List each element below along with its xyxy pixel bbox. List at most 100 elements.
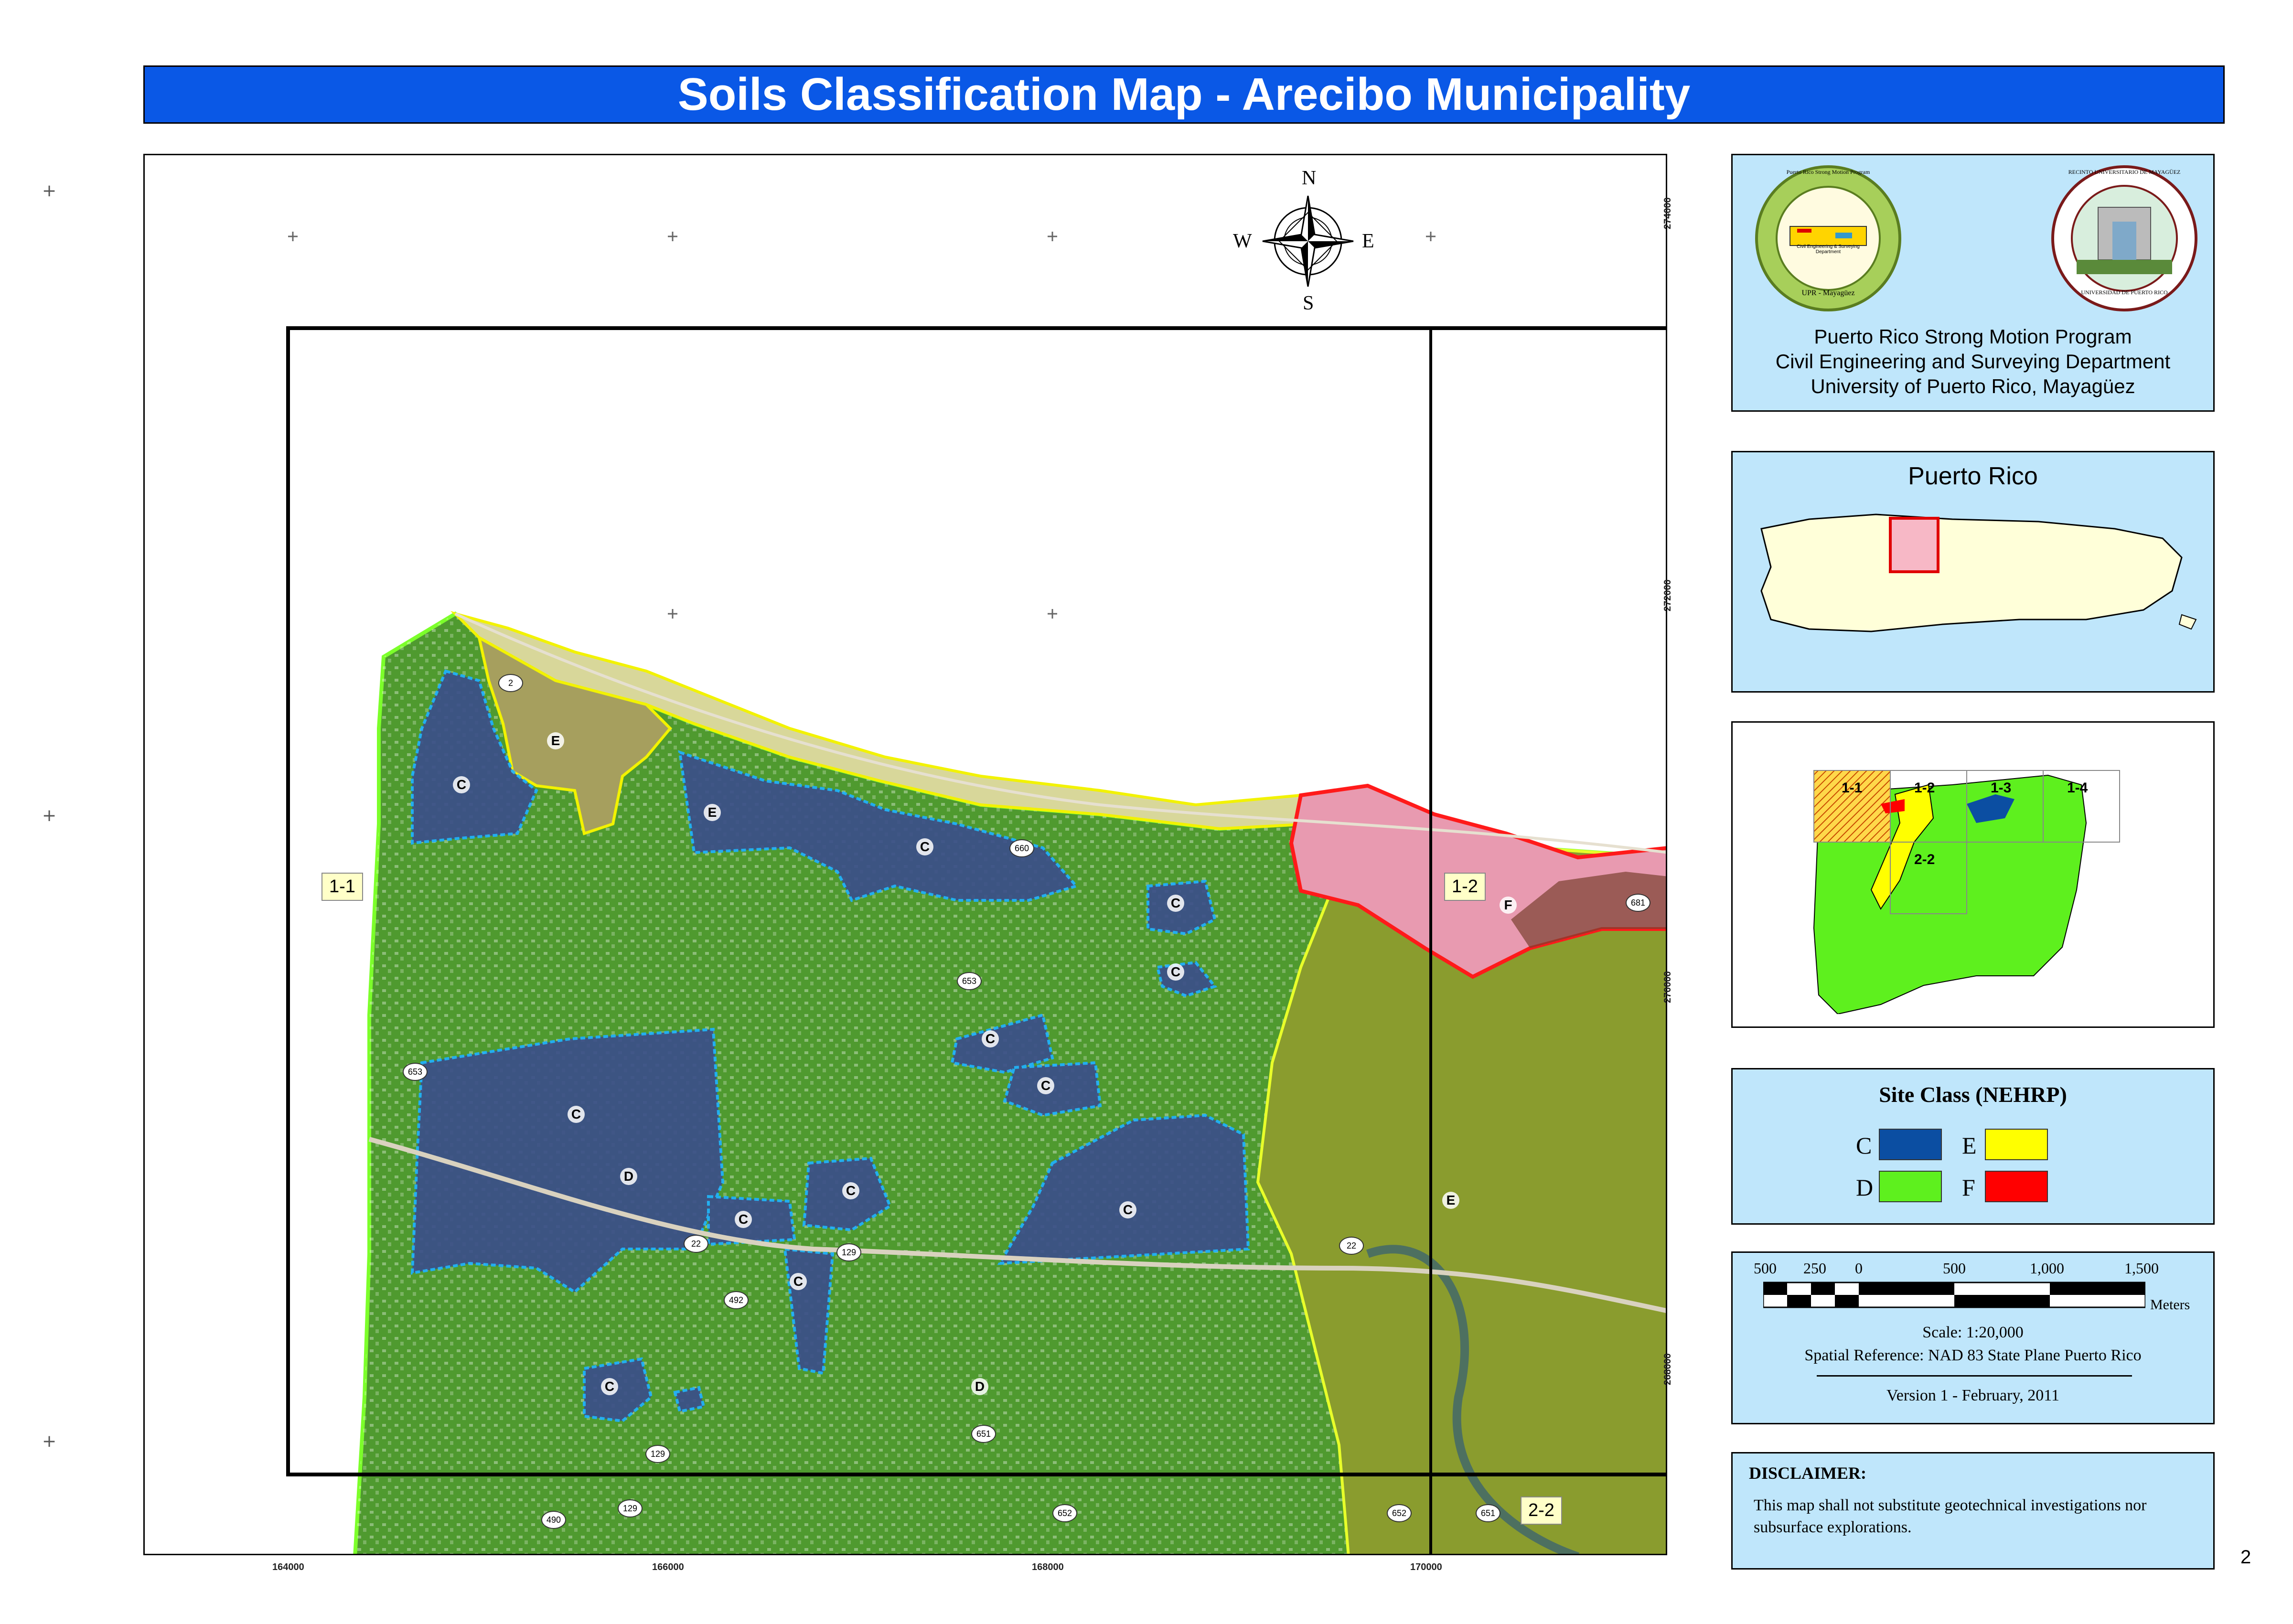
disclaimer-panel: DISCLAIMER: This map shall not substitut… [1731,1452,2215,1570]
legend-label-c: C [1856,1132,1872,1159]
x-tick: 166000 [652,1562,684,1572]
locator-map-panel: Puerto Rico [1731,451,2215,693]
zone-label-d: D [971,1378,988,1395]
road-shield: 651 [971,1425,996,1443]
index-1-3[interactable]: 1-3 [1991,780,2011,796]
index-1-1[interactable]: 1-1 [1842,780,1862,796]
scale-panel: 500 250 0 500 1,000 1,500 Meters Scale: … [1731,1251,2215,1424]
page-number: 2 [2240,1547,2251,1568]
disclaimer-text: This map shall not substitute geotechnic… [1754,1496,2147,1536]
legend-swatch-e [1985,1129,2048,1160]
zone-label-e: E [704,804,721,821]
x-tick: 170000 [1410,1562,1442,1572]
scale-tick: 250 [1803,1260,1826,1277]
zone-label-c: C [453,776,470,793]
scale-tick: 500 [1943,1260,1966,1277]
road-shield: 652 [1387,1504,1412,1522]
zone-label-c: C [1037,1077,1054,1094]
road-shield: 652 [1052,1504,1077,1522]
zone-label-c: C [1119,1201,1136,1218]
margin-cross: + [42,1432,57,1451]
road-shield: 653 [403,1063,428,1081]
version: Version 1 - February, 2011 [1886,1387,2059,1404]
scale-ratio: Scale: 1:20,000 [1922,1324,2024,1341]
zone-label-e: E [547,732,564,749]
road-shield: 2 [498,674,523,692]
scale-bar [1763,1282,2145,1308]
road-shield: 129 [618,1499,643,1517]
org-line-1: Puerto Rico Strong Motion Program [1814,325,2132,348]
org-line-3: University of Puerto Rico, Mayagüez [1811,375,2135,397]
index-map-panel: 1-1 1-2 1-3 1-4 2-2 [1731,721,2215,1028]
scale-tick: 1,500 [2124,1260,2159,1277]
road-shield: 651 [1476,1504,1500,1522]
sheet-label-1-2[interactable]: 1-2 [1444,873,1486,901]
compass-rose-icon [1262,195,1354,287]
sheet-label-1-1[interactable]: 1-1 [321,873,363,901]
puerto-rico-outline [1760,513,2197,632]
legend-panel: Site Class (NEHRP) C E D F [1731,1068,2215,1225]
index-2-2[interactable]: 2-2 [1914,852,1935,868]
map-title: Soils Classification Map - Arecibo Munic… [677,69,1691,120]
scale-tick: 1,000 [2030,1260,2064,1277]
y-tick: 274000 [1662,197,1673,229]
zone-c-tiny [673,1386,706,1413]
zone-label-e: E [1442,1192,1459,1209]
legend-swatch-d [1879,1171,1942,1202]
road-shield: 653 [957,972,982,990]
locator-title: Puerto Rico [1908,462,2038,490]
y-tick: 272000 [1662,579,1673,611]
logo-left-bottom: UPR - Mayagüez [1801,289,1855,297]
legend-label-e: E [1962,1132,1977,1159]
road-shield: 490 [541,1511,566,1529]
legend-swatch-c [1879,1129,1942,1160]
sheet-label-2-2[interactable]: 2-2 [1521,1496,1562,1525]
index-1-4[interactable]: 1-4 [2067,780,2088,796]
compass-e: E [1362,230,1374,252]
zone-label-d: D [620,1168,637,1185]
logo-right-bottom: UNIVERSIDAD DE PUERTO RICO [2081,289,2168,296]
logo-left-ring: Puerto Rico Strong Motion Program [1786,169,1870,175]
scale-tick: 0 [1855,1260,1863,1277]
road-shield: 129 [836,1243,861,1261]
zone-label-c: C [601,1378,618,1395]
map-frame[interactable]: N S E W 1-1 1-2 2-2 C C C C C C C C C C … [143,154,1667,1555]
zone-label-c: C [982,1030,999,1047]
scale-tick: 500 [1754,1260,1777,1277]
compass-n: N [1302,167,1317,189]
disclaimer-heading: DISCLAIMER: [1749,1464,1867,1483]
organization-panel: Civil Engineering & Surveying Department… [1731,154,2215,412]
index-1-2[interactable]: 1-2 [1914,780,1935,796]
legend-label-d: D [1856,1174,1874,1201]
zone-label-c: C [842,1182,859,1199]
compass-w: W [1233,230,1252,252]
zone-label-c: C [1167,963,1184,981]
map-canvas[interactable] [145,155,1667,1555]
road-shield: 22 [684,1235,708,1253]
legend-title: Site Class (NEHRP) [1879,1082,2067,1107]
spatial-reference: Spatial Reference: NAD 83 State Plane Pu… [1804,1346,2142,1364]
legend-swatch-f [1985,1171,2048,1202]
road-shield: 22 [1339,1237,1364,1255]
x-tick: 164000 [272,1562,304,1572]
scale-unit: Meters [2150,1297,2190,1313]
logo-left-inner: Civil Engineering & Surveying Department [1797,244,1860,255]
zone-label-f: F [1500,897,1517,914]
logo-right-ring: RECINTO UNIVERSITARIO DE MAYAGÜEZ [2068,169,2181,175]
road-shield: 129 [645,1445,670,1463]
zone-label-c: C [790,1273,807,1290]
road-shield: 660 [1009,839,1034,857]
title-bar: Soils Classification Map - Arecibo Munic… [143,65,2225,124]
x-tick: 168000 [1032,1562,1064,1572]
margin-cross: + [42,181,57,201]
legend-label-f: F [1962,1174,1975,1201]
y-tick: 270000 [1662,971,1673,1003]
road-shield: 492 [724,1291,749,1309]
margin-cross: + [42,806,57,825]
road-shield: 681 [1626,894,1650,912]
compass-s: S [1303,292,1314,314]
zone-label-c: C [735,1211,752,1228]
org-line-2: Civil Engineering and Surveying Departme… [1775,350,2171,373]
y-tick: 268000 [1662,1353,1673,1385]
zone-label-c: C [1167,895,1184,912]
